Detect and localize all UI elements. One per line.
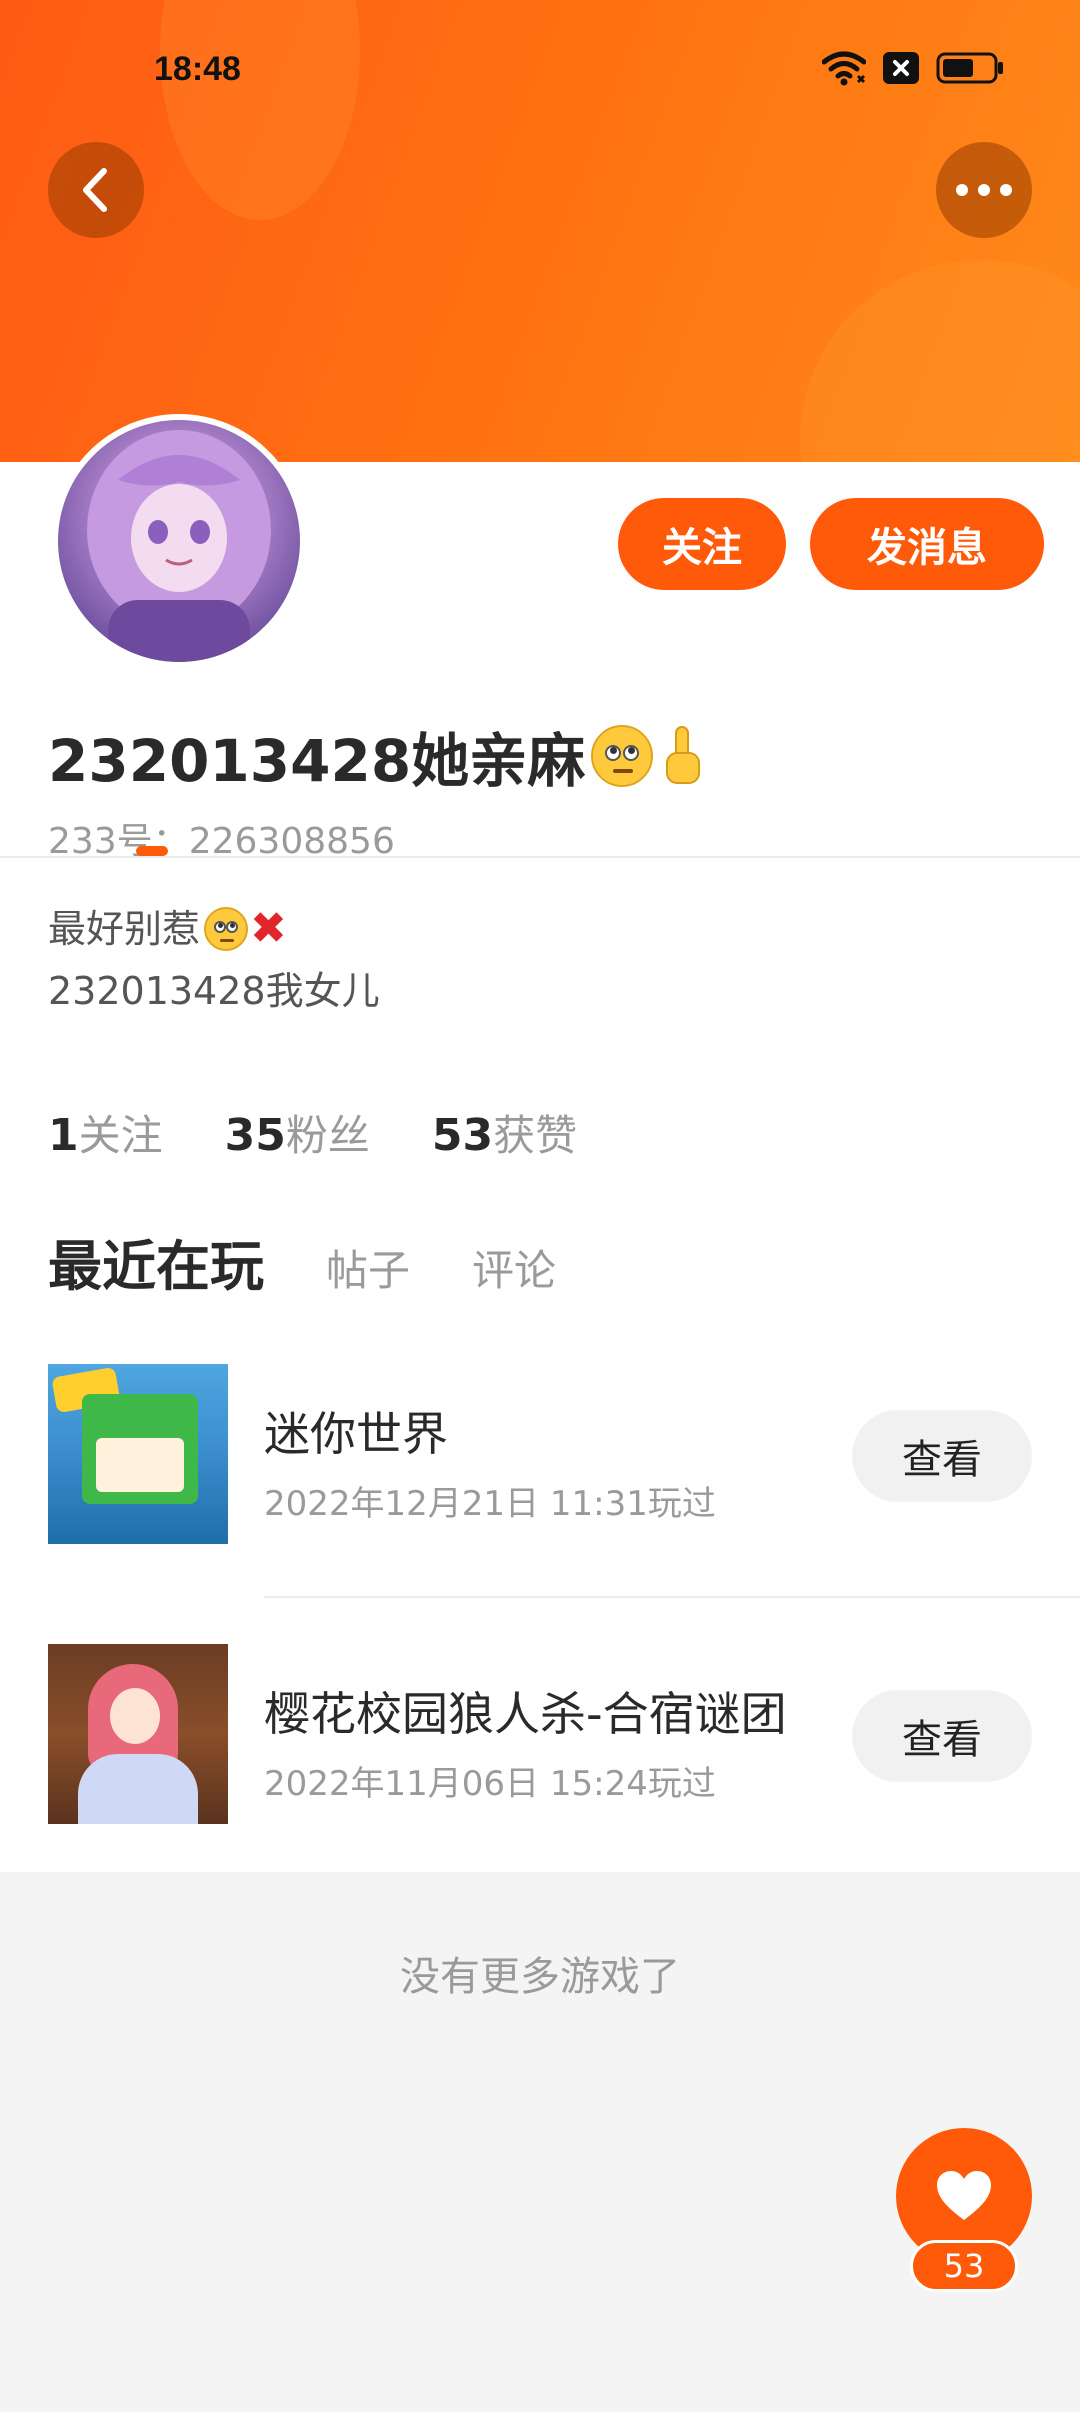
stat-count: 35 (224, 1110, 286, 1161)
stat-likes[interactable]: 53获赞 (432, 1102, 577, 1163)
stat-label: 粉丝 (285, 1111, 370, 1160)
cross-mark-emoji-icon: ✖ (250, 903, 287, 954)
heart-icon (937, 2171, 991, 2220)
banner-decoration (800, 260, 1080, 462)
view-button[interactable]: 查看 (852, 1690, 1032, 1782)
game-thumbnail (48, 1644, 228, 1824)
status-icons (822, 50, 1004, 86)
sim-blocked-icon (883, 52, 919, 84)
battery-icon (936, 52, 1003, 84)
follow-button[interactable]: 关注 (618, 498, 786, 590)
like-count-badge: 53 (910, 2240, 1018, 2292)
bio-text: 最好别惹 (48, 907, 201, 951)
game-last-played: 2022年12月21日 11:31玩过 (264, 1484, 716, 1524)
status-time: 18:48 (154, 50, 241, 88)
bio-line: 232013428我女儿 (48, 960, 380, 1022)
wifi-icon (822, 51, 866, 86)
stat-label: 关注 (78, 1111, 163, 1160)
stat-label: 获赞 (493, 1111, 578, 1160)
game-title: 樱花校园狼人杀-合宿谜团 (264, 1687, 787, 1741)
eye-roll-emoji-icon (204, 907, 249, 951)
list-item[interactable]: 迷你世界 2022年12月21日 11:31玩过 查看 (0, 1364, 1080, 1544)
game-title: 迷你世界 (264, 1407, 448, 1461)
divider (264, 1596, 1080, 1598)
avatar-image (58, 420, 300, 662)
tab-bar: 最近在玩 帖子 评论 (48, 1222, 618, 1301)
username-row: 232013428她亲麻 (48, 714, 703, 798)
stat-count: 1 (48, 1110, 79, 1161)
tab-recently-played[interactable]: 最近在玩 (48, 1222, 264, 1301)
stat-following[interactable]: 1关注 (48, 1102, 163, 1163)
more-button[interactable] (936, 142, 1032, 238)
pointing-up-emoji-icon (666, 726, 701, 784)
bio: 最好别惹 ✖ 232013428我女儿 (48, 898, 380, 1022)
stats-row: 1关注 35粉丝 53获赞 (48, 1102, 577, 1163)
username: 232013428她亲麻 (48, 727, 586, 795)
avatar[interactable] (52, 414, 306, 668)
avatar-illustration (87, 430, 271, 662)
view-button[interactable]: 查看 (852, 1410, 1032, 1502)
more-horizontal-icon (956, 184, 1012, 196)
stat-count: 53 (431, 1110, 494, 1161)
tab-comments[interactable]: 评论 (472, 1237, 556, 1298)
back-button[interactable] (48, 142, 144, 238)
divider (0, 856, 1080, 858)
stat-followers[interactable]: 35粉丝 (225, 1102, 370, 1163)
send-message-button[interactable]: 发消息 (810, 498, 1044, 590)
no-more-games-text: 没有更多游戏了 (400, 1954, 680, 2000)
eye-roll-emoji-icon (591, 725, 654, 787)
bio-text: 232013428我女儿 (48, 969, 380, 1013)
bio-line: 最好别惹 ✖ (48, 898, 380, 960)
game-thumbnail (48, 1364, 228, 1544)
status-bar: 18:48 (0, 0, 1080, 140)
chevron-left-icon (83, 168, 107, 212)
list-item[interactable]: 樱花校园狼人杀-合宿谜团 2022年11月06日 15:24玩过 查看 (0, 1644, 1080, 1824)
game-last-played: 2022年11月06日 15:24玩过 (264, 1764, 716, 1804)
active-tab-indicator (136, 846, 168, 856)
tab-posts[interactable]: 帖子 (326, 1237, 410, 1298)
